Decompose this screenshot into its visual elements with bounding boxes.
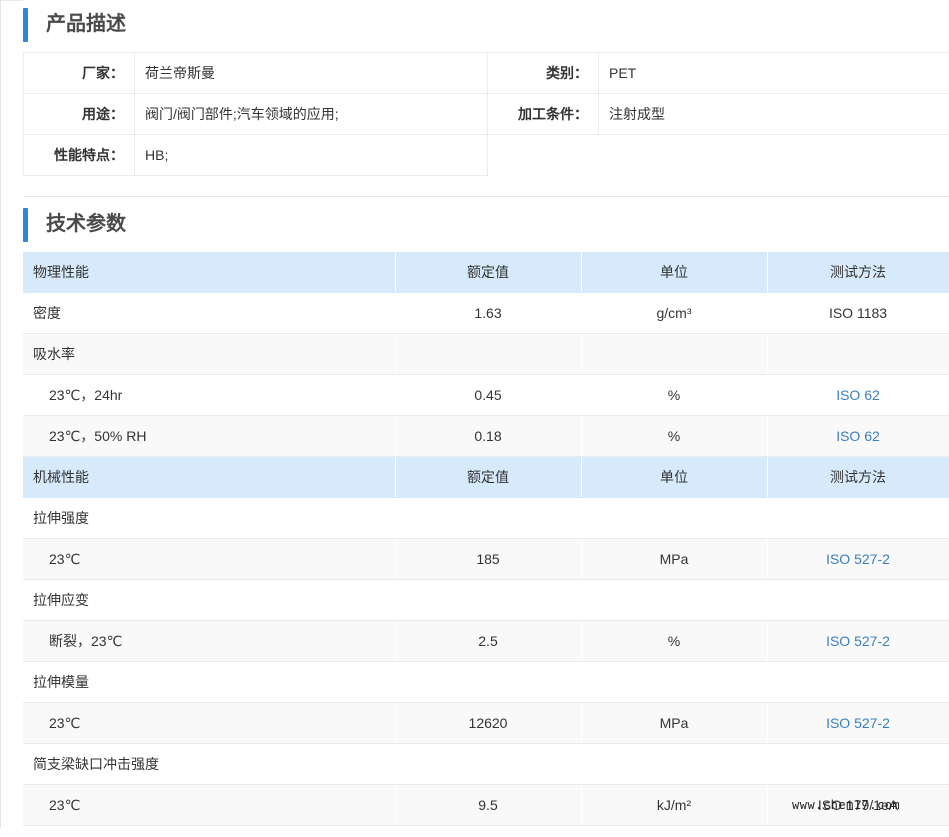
property-name: 23℃，50% RH xyxy=(23,416,395,457)
desc-row: 厂家： 荷兰帝斯曼 类别： PET xyxy=(24,53,949,94)
technical-parameters-section: 技术参数 物理性能 额定值 单位 测试方法 密度 1.63 g/cm³ ISO … xyxy=(23,196,949,837)
property-name: 断裂，23℃ xyxy=(23,621,395,662)
property-name: 23℃ xyxy=(23,539,395,580)
technical-parameters-table: 物理性能 额定值 单位 测试方法 密度 1.63 g/cm³ ISO 1183 … xyxy=(23,252,949,826)
property-unit: MPa xyxy=(581,703,767,744)
category-value: PET xyxy=(599,53,949,94)
usage-value: 阀门/阀门部件;汽车领域的应用; xyxy=(135,94,488,135)
accent-bar xyxy=(23,208,28,242)
col-header-unit: 单位 xyxy=(581,252,767,293)
features-value: HB; xyxy=(135,135,488,176)
mechanical-header-row: 机械性能 额定值 单位 测试方法 xyxy=(23,457,949,498)
product-description-section: 产品描述 厂家： 荷兰帝斯曼 类别： PET 用途： 阀门/阀门部件;汽车领域的… xyxy=(23,0,949,176)
desc-row: 性能特点： HB; xyxy=(24,135,949,176)
physical-header-row: 物理性能 额定值 单位 测试方法 xyxy=(23,252,949,293)
col-header-group: 机械性能 xyxy=(23,457,395,498)
property-unit xyxy=(581,662,767,703)
property-method xyxy=(767,580,949,621)
table-row: 23℃，50% RH 0.18 % ISO 62 xyxy=(23,416,949,457)
section-title-description: 产品描述 xyxy=(46,9,126,39)
product-description-table: 厂家： 荷兰帝斯曼 类别： PET 用途： 阀门/阀门部件;汽车领域的应用; 加… xyxy=(23,52,949,176)
features-label: 性能特点： xyxy=(24,135,135,176)
property-unit: MPa xyxy=(581,539,767,580)
property-unit xyxy=(581,580,767,621)
table-row: 23℃，24hr 0.45 % ISO 62 xyxy=(23,375,949,416)
property-value: 0.18 xyxy=(395,416,581,457)
property-value xyxy=(395,498,581,539)
property-method xyxy=(767,498,949,539)
test-method-link[interactable]: ISO 527-2 xyxy=(767,621,949,662)
property-name: 吸水率 xyxy=(23,334,395,375)
property-value: 1.63 xyxy=(395,293,581,334)
property-value: 0.45 xyxy=(395,375,581,416)
section-header: 产品描述 xyxy=(23,0,949,51)
usage-label: 用途： xyxy=(24,94,135,135)
property-unit: % xyxy=(581,416,767,457)
property-value xyxy=(395,744,581,785)
category-label: 类别： xyxy=(488,53,599,94)
property-name: 23℃，24hr xyxy=(23,375,395,416)
property-name: 简支梁缺口冲击强度 xyxy=(23,744,395,785)
property-unit xyxy=(581,744,767,785)
property-name: 密度 xyxy=(23,293,395,334)
left-divider xyxy=(0,0,1,828)
property-unit xyxy=(581,498,767,539)
table-row: 拉伸模量 xyxy=(23,662,949,703)
property-method xyxy=(767,744,949,785)
property-name: 拉伸强度 xyxy=(23,498,395,539)
table-row: 拉伸应变 xyxy=(23,580,949,621)
processing-value: 注射成型 xyxy=(599,94,949,135)
table-row: 拉伸强度 xyxy=(23,498,949,539)
col-header-unit: 单位 xyxy=(581,457,767,498)
col-header-group: 物理性能 xyxy=(23,252,395,293)
table-row: 断裂，23℃ 2.5 % ISO 527-2 xyxy=(23,621,949,662)
property-value: 9.5 xyxy=(395,785,581,826)
col-header-method: 测试方法 xyxy=(767,252,949,293)
property-method: ISO 1183 xyxy=(767,293,949,334)
property-name: 拉伸应变 xyxy=(23,580,395,621)
table-row: 23℃ 185 MPa ISO 527-2 xyxy=(23,539,949,580)
table-row: 密度 1.63 g/cm³ ISO 1183 xyxy=(23,293,949,334)
manufacturer-label: 厂家： xyxy=(24,53,135,94)
watermark-text: www.chem17.com xyxy=(792,798,900,812)
property-name: 23℃ xyxy=(23,785,395,826)
section-title-tech: 技术参数 xyxy=(46,209,126,239)
col-header-method: 测试方法 xyxy=(767,457,949,498)
col-header-rated: 额定值 xyxy=(395,457,581,498)
property-method xyxy=(767,662,949,703)
property-value xyxy=(395,662,581,703)
test-method-link[interactable]: ISO 527-2 xyxy=(767,539,949,580)
manufacturer-value: 荷兰帝斯曼 xyxy=(135,53,488,94)
table-row: 吸水率 xyxy=(23,334,949,375)
property-unit: kJ/m² xyxy=(581,785,767,826)
test-method-link[interactable]: ISO 62 xyxy=(767,416,949,457)
col-header-rated: 额定值 xyxy=(395,252,581,293)
empty-cell xyxy=(488,135,949,176)
table-row: 23℃ 12620 MPa ISO 527-2 xyxy=(23,703,949,744)
property-value xyxy=(395,580,581,621)
property-unit xyxy=(581,334,767,375)
property-value xyxy=(395,334,581,375)
property-value: 12620 xyxy=(395,703,581,744)
section-header: 技术参数 xyxy=(23,197,949,252)
test-method-link[interactable]: ISO 527-2 xyxy=(767,703,949,744)
property-unit: % xyxy=(581,375,767,416)
test-method-link[interactable]: ISO 62 xyxy=(767,375,949,416)
property-method xyxy=(767,334,949,375)
table-row: 简支梁缺口冲击强度 xyxy=(23,744,949,785)
property-unit: g/cm³ xyxy=(581,293,767,334)
property-value: 2.5 xyxy=(395,621,581,662)
processing-label: 加工条件： xyxy=(488,94,599,135)
desc-row: 用途： 阀门/阀门部件;汽车领域的应用; 加工条件： 注射成型 xyxy=(24,94,949,135)
property-value: 185 xyxy=(395,539,581,580)
property-name: 拉伸模量 xyxy=(23,662,395,703)
property-unit: % xyxy=(581,621,767,662)
accent-bar xyxy=(23,8,28,42)
property-name: 23℃ xyxy=(23,703,395,744)
